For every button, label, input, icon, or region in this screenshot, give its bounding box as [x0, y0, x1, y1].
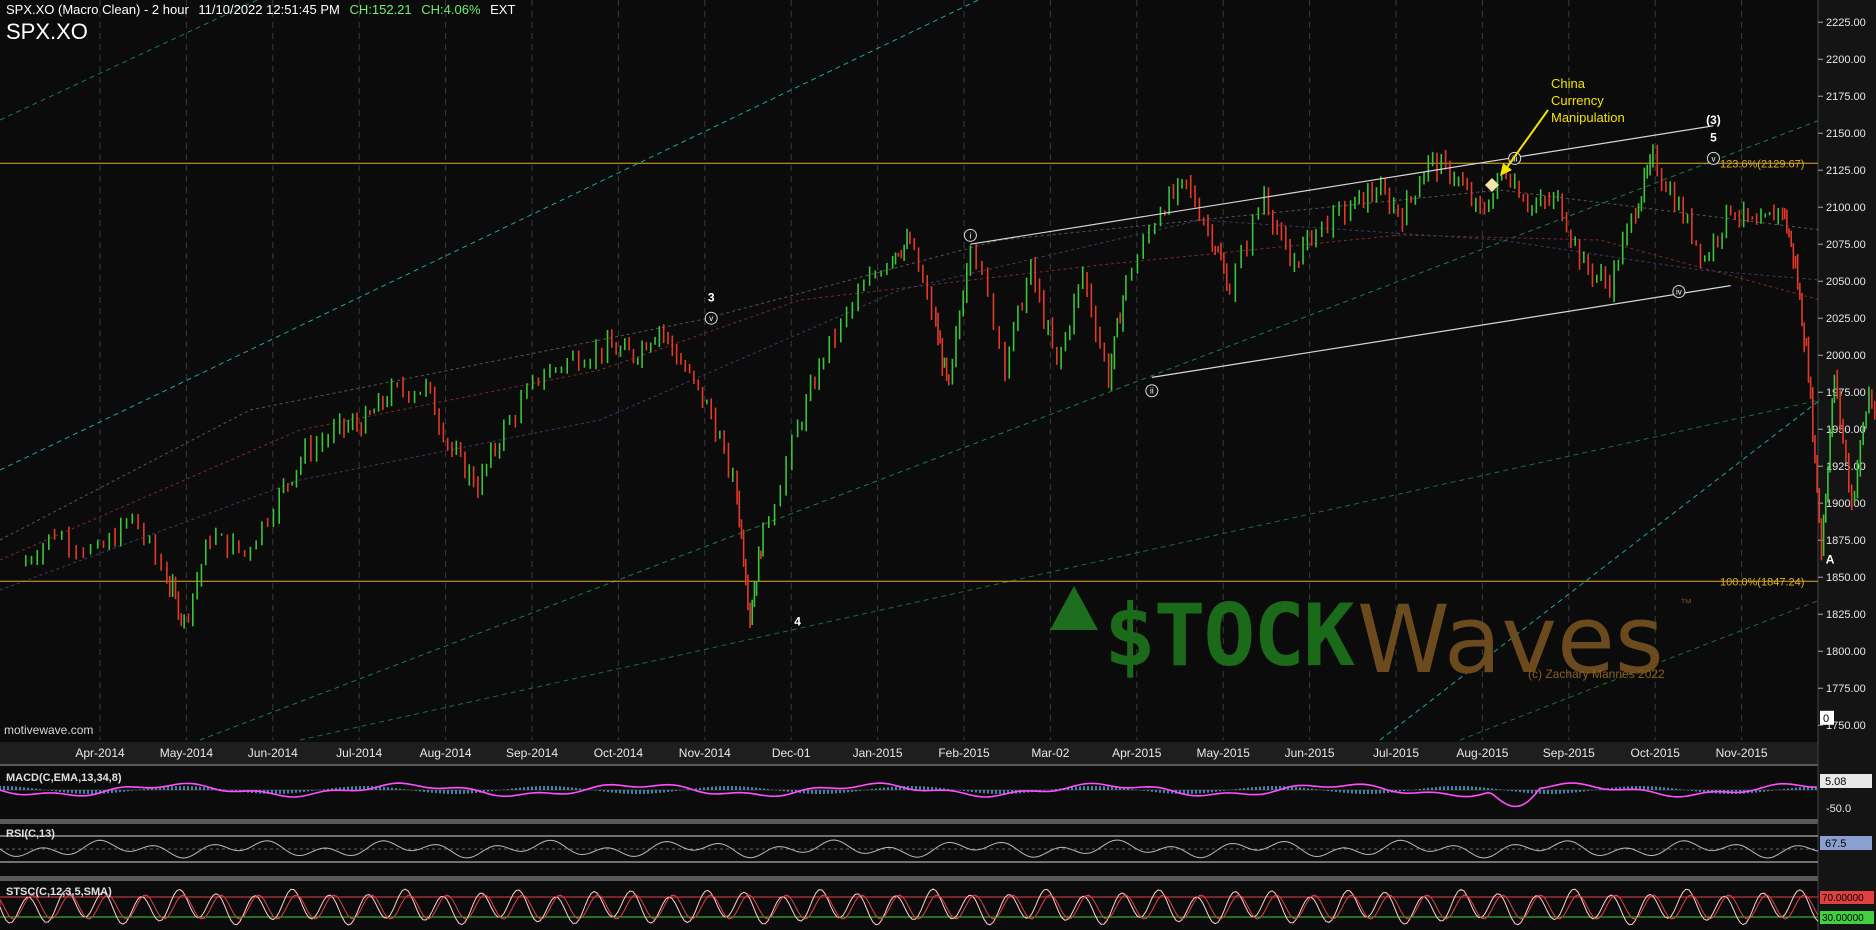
session-label: EXT — [490, 2, 516, 17]
chart-header: SPX.XO (Macro Clean) - 2 hour 11/10/2022… — [6, 2, 521, 17]
chart-datetime: 11/10/2022 12:51:45 PM — [198, 2, 340, 17]
wave-label: iv — [1676, 288, 1682, 297]
macd-label[interactable]: MACD(C,EMA,13,34,8) — [6, 772, 122, 784]
x-tick-label: May-2014 — [160, 746, 214, 760]
watermark-stock: $TOCK — [1104, 586, 1355, 686]
wave-label: A — [1826, 552, 1835, 566]
wave-label: v — [1711, 154, 1715, 163]
y-tick-label: 2100.00 — [1826, 202, 1866, 214]
platform-credit[interactable]: motivewave.com — [4, 723, 93, 737]
symbol-label: SPX.XO — [6, 19, 88, 44]
x-tick-label: May-2015 — [1197, 746, 1251, 760]
x-tick-label: Jul-2015 — [1373, 746, 1419, 760]
change-percent: CH:4.06% — [421, 2, 481, 17]
y-tick-label: 2200.00 — [1826, 54, 1866, 66]
stoch-lower-value: 30.00000 — [1822, 913, 1864, 924]
x-tick-label: Oct-2014 — [594, 746, 644, 760]
wave-label: i — [970, 231, 972, 240]
annotation-line: Currency — [1551, 93, 1604, 108]
wave-label: ii — [1150, 387, 1154, 396]
x-tick-label: Sep-2014 — [506, 746, 558, 760]
macd-value: 5.08 — [1825, 776, 1846, 788]
wave-label: v — [709, 314, 713, 323]
x-tick-label: Sep-2015 — [1543, 746, 1595, 760]
fib-level-label: 100.0%(1847.24) — [1720, 576, 1804, 588]
y-tick-label: 1775.00 — [1826, 683, 1866, 695]
y-tick-label: 2225.00 — [1826, 17, 1866, 29]
panel-divider — [0, 876, 1876, 881]
stoch-upper-value: 70.00000 — [1822, 893, 1864, 904]
y-tick-label: 1825.00 — [1826, 609, 1866, 621]
y-tick-label: 1850.00 — [1826, 572, 1866, 584]
macd-level-label: -50.0 — [1826, 803, 1851, 815]
chart-title: SPX.XO (Macro Clean) - 2 hour — [6, 2, 189, 17]
x-tick-label: Dec-01 — [772, 746, 811, 760]
x-tick-label: Jul-2014 — [336, 746, 382, 760]
y-tick-label: 1975.00 — [1826, 387, 1866, 399]
x-tick-label: Jun-2015 — [1285, 746, 1335, 760]
y-tick-label: 2125.00 — [1826, 165, 1866, 177]
triangle-logo-icon — [1050, 586, 1098, 630]
stoch-label[interactable]: STSC(C,12,3,5,SMA) — [6, 886, 112, 898]
wave-label: 4 — [794, 615, 801, 629]
annotation-line: China — [1551, 76, 1585, 91]
y-tick-label: 2075.00 — [1826, 239, 1866, 251]
event-annotation: China Currency Manipulation — [1551, 75, 1625, 126]
x-tick-label: Aug-2014 — [420, 746, 472, 760]
last-price-label: 0 — [1823, 713, 1829, 725]
x-tick-label: Mar-02 — [1031, 746, 1069, 760]
fib-level-label: 123.6%(2129.67) — [1720, 158, 1804, 170]
rsi-value: 67.5 — [1825, 838, 1846, 850]
panel-divider — [0, 819, 1876, 824]
wave-label: 5 — [1710, 131, 1717, 145]
watermark-copyright: (c) Zachary Mannes 2022 — [1528, 667, 1665, 681]
panel-divider — [0, 764, 1876, 766]
y-tick-label: 1900.00 — [1826, 498, 1866, 510]
wave-label: 3 — [708, 290, 715, 304]
y-tick-label: 1800.00 — [1826, 646, 1866, 658]
x-tick-label: Nov-2014 — [679, 746, 731, 760]
y-tick-label: 2175.00 — [1826, 91, 1866, 103]
wave-label: (3) — [1706, 113, 1721, 127]
x-tick-label: Jun-2014 — [248, 746, 298, 760]
x-tick-label: Jan-2015 — [853, 746, 903, 760]
y-tick-label: 2000.00 — [1826, 350, 1866, 362]
y-tick-label: 1875.00 — [1826, 535, 1866, 547]
chart-window: { "header": { "title": "SPX.XO (Macro Cl… — [0, 0, 1876, 930]
x-tick-label: Nov-2015 — [1716, 746, 1768, 760]
change-value: CH:152.21 — [349, 2, 412, 17]
x-tick-label: Feb-2015 — [938, 746, 990, 760]
x-tick-label: Aug-2015 — [1456, 746, 1508, 760]
x-tick-label: Oct-2015 — [1631, 746, 1681, 760]
x-tick-label: Apr-2014 — [75, 746, 125, 760]
watermark-tm: ™ — [1680, 596, 1692, 610]
y-tick-label: 2050.00 — [1826, 276, 1866, 288]
x-tick-label: Apr-2015 — [1112, 746, 1162, 760]
price-chart[interactable]: Apr-2014 May-2014 Jun-2014 Jul-2014 Aug-2014… — [0, 0, 1876, 930]
annotation-line: Manipulation — [1551, 110, 1625, 125]
y-tick-label: 2025.00 — [1826, 313, 1866, 325]
y-tick-label: 2150.00 — [1826, 128, 1866, 140]
rsi-label[interactable]: RSI(C,13) — [6, 828, 55, 840]
